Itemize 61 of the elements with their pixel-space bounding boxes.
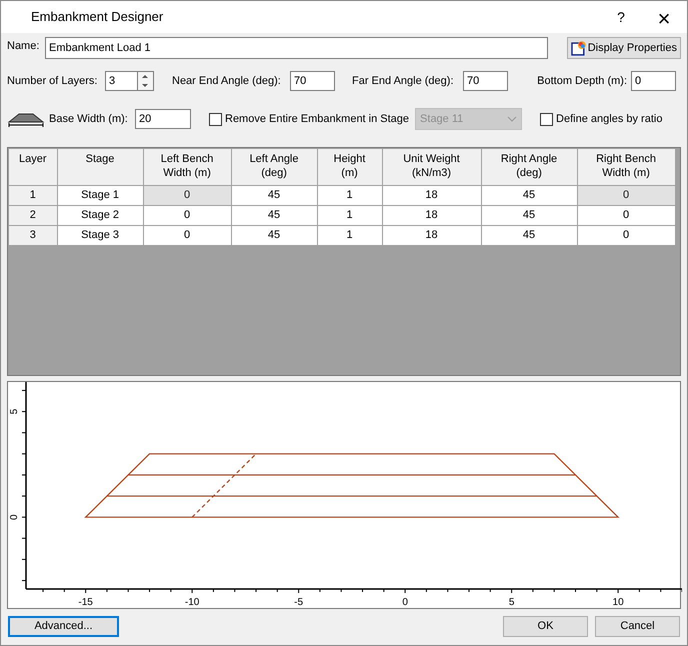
field-label: Near End Angle (deg):: [172, 74, 282, 89]
table-cell: 45: [231, 186, 318, 206]
table-cell: 1: [317, 186, 382, 206]
table-cell: 0: [577, 206, 676, 226]
display-properties-button[interactable]: Display Properties: [567, 37, 681, 59]
table-cell: Stage 1: [57, 186, 144, 206]
window-title: Embankment Designer: [31, 8, 164, 26]
column-header: Right Angle (deg): [481, 148, 578, 186]
table-cell: 18: [382, 186, 482, 206]
ok-button[interactable]: OK: [503, 616, 588, 637]
row-header: 1: [8, 186, 58, 206]
cancel-button[interactable]: Cancel: [595, 616, 680, 637]
checkbox-label: Define angles by ratio: [556, 112, 662, 127]
table-cell: Stage 3: [57, 226, 144, 246]
advanced-button[interactable]: Advanced...: [8, 616, 119, 637]
base-width-field[interactable]: 20: [135, 109, 191, 129]
checkbox-label: Remove Entire Embankment in Stage: [225, 112, 410, 127]
far-angle-field[interactable]: 70: [463, 71, 508, 91]
column-header: Right Bench Width (m): [577, 148, 676, 186]
column-header: Left Angle (deg): [231, 148, 318, 186]
axis-tick-label: 5: [508, 597, 514, 608]
axis-tick-label: 0: [402, 597, 408, 608]
column-header: Left Bench Width (m): [143, 148, 232, 186]
table-cell: 45: [231, 206, 318, 226]
table-cell: 1: [317, 226, 382, 246]
column-header: Stage: [57, 148, 144, 186]
table-cell: 45: [481, 226, 578, 246]
close-button[interactable]: ×: [641, 2, 687, 32]
table-cell: 18: [382, 206, 482, 226]
field-label: Far End Angle (deg):: [352, 74, 455, 89]
table-cell: 1: [317, 206, 382, 226]
bottom-depth-field[interactable]: 0: [631, 71, 676, 91]
table-cell: 0: [143, 226, 232, 246]
field-label: Bottom Depth (m):: [537, 74, 627, 89]
table-cell: 0: [577, 186, 676, 206]
field-label: Name:: [7, 39, 40, 54]
table-cell: 0: [143, 206, 232, 226]
help-button[interactable]: ?: [601, 2, 641, 32]
table-cell: Stage 2: [57, 206, 144, 226]
column-header: Height (m): [317, 148, 382, 186]
name-field[interactable]: Embankment Load 1: [45, 37, 548, 59]
table-cell: 45: [481, 206, 578, 226]
field-label: Base Width (m):: [49, 112, 129, 127]
table-cell: 45: [231, 226, 318, 246]
layers-field[interactable]: 3: [105, 71, 138, 91]
row-header: 2: [8, 206, 58, 226]
near-angle-field[interactable]: 70: [290, 71, 335, 91]
axis-tick-label: -15: [78, 597, 93, 608]
column-header: Layer: [8, 148, 58, 186]
table-cell: 0: [577, 226, 676, 246]
table-cell: 18: [382, 226, 482, 246]
table-cell: 45: [481, 186, 578, 206]
axis-tick-label: -10: [184, 597, 200, 608]
column-header: Unit Weight (kN/m3): [382, 148, 482, 186]
axis-tick-label: 10: [612, 597, 624, 608]
axis-tick-label: 5: [9, 408, 20, 414]
axis-tick-label: -5: [294, 597, 304, 608]
row-header: 3: [8, 226, 58, 246]
field-label: Number of Layers:: [7, 74, 98, 89]
axis-tick-label: 0: [9, 514, 20, 520]
table-cell: 0: [143, 186, 232, 206]
